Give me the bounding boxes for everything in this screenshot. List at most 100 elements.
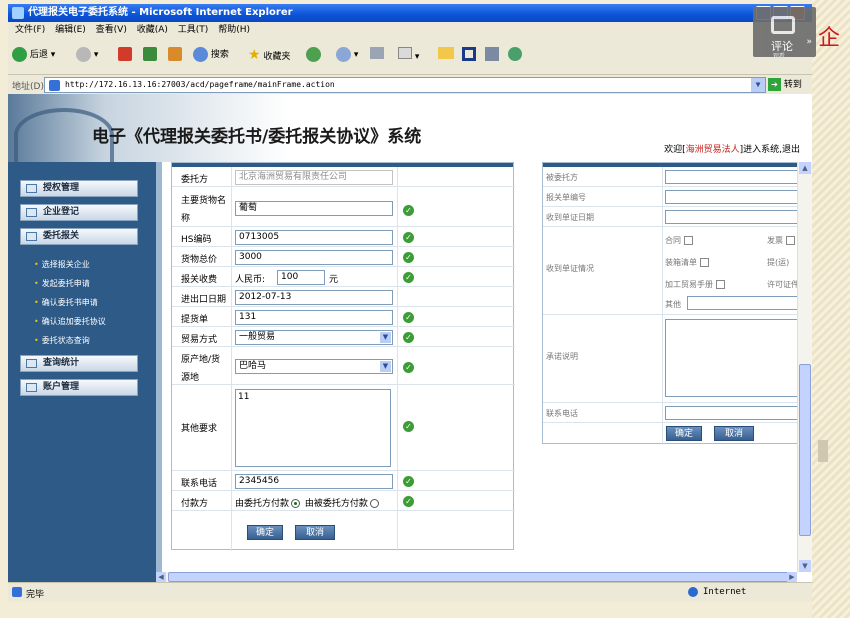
address-dropdown-icon[interactable]: ▼ (751, 78, 765, 92)
logout-link[interactable]: 退出 (782, 145, 800, 155)
address-label: 地址(D) (12, 82, 44, 92)
payer-consignor-radio[interactable] (291, 499, 301, 508)
form-row: 收到单证情况 合同 发票 装箱清单 提(运) 加工贸易手册 许可证件 其他 (543, 227, 805, 315)
sidebar-item-authorization[interactable]: 授权管理 (20, 180, 138, 197)
vertical-scrollbar[interactable]: ▲ ▼ (797, 162, 812, 572)
sidebar-item-account[interactable]: 账户管理 (20, 379, 138, 396)
edit-button[interactable]: ▾ (398, 47, 419, 63)
messenger-button[interactable] (485, 47, 499, 63)
header-banner: 电子《代理报关委托书/委托报关协议》系统 欢迎[海洲贸易法人]进入系统,退出 (8, 94, 812, 162)
forward-arrow-icon (76, 47, 91, 62)
form-row: 委托方 北京海洲贸易有限责任公司 (172, 167, 515, 187)
stop-button[interactable] (118, 47, 132, 63)
edit-icon (398, 47, 412, 59)
payer-trustee-radio[interactable] (369, 499, 379, 508)
ie-logo-icon (12, 7, 24, 19)
horizontal-scrollbar[interactable]: ◀ ▶ (156, 572, 797, 582)
packing-list-checkbox[interactable] (700, 258, 709, 267)
address-bar: 地址(D) http://172.16.13.16:27003/acd/page… (8, 74, 812, 94)
stop-icon (118, 47, 132, 61)
date-field[interactable]: 2012-07-13 (235, 290, 393, 305)
search-icon (193, 47, 208, 62)
check-icon: ✓ (403, 232, 414, 243)
title-bar: 代理报关电子委托系统 - Microsoft Internet Explorer (8, 4, 812, 22)
scroll-thumb[interactable] (168, 572, 796, 582)
form-row: 被委托方 (543, 167, 805, 187)
menu-favorites[interactable]: 收藏(A) (137, 25, 168, 35)
sidebar-item-entrust[interactable]: 委托报关 (20, 228, 138, 245)
processing-manual-checkbox[interactable] (716, 280, 725, 289)
mail-button[interactable]: ▾ (336, 47, 358, 63)
hs-code-field[interactable]: 0713005 (235, 230, 393, 245)
mail-icon (336, 47, 351, 62)
trustee-field[interactable] (665, 170, 805, 184)
trustee-confirm-button[interactable]: 确定 (666, 426, 702, 441)
print-button[interactable] (370, 47, 384, 63)
pane-divider[interactable] (156, 162, 162, 582)
total-price-field[interactable]: 3000 (235, 250, 393, 265)
home-icon (168, 47, 182, 61)
trade-mode-select[interactable]: 一般贸易 ▼ (235, 330, 393, 345)
chevron-down-icon: ▼ (380, 332, 391, 343)
scroll-down-icon[interactable]: ▼ (799, 560, 811, 572)
check-icon: ✓ (403, 496, 414, 507)
home-button[interactable] (168, 47, 182, 63)
check-icon: ✓ (403, 476, 414, 487)
refresh-icon (143, 47, 157, 61)
goods-name-field[interactable]: 葡萄 (235, 201, 393, 216)
favorites-button[interactable]: ★ 收藏夹 (248, 47, 290, 63)
sidebar: 授权管理 企业登记 委托报关 选择报关企业 发起委托申请 确认委托书申请 确认追… (8, 162, 156, 582)
phone-field[interactable]: 2345456 (235, 474, 393, 489)
address-input[interactable]: http://172.16.13.16:27003/acd/pageframe/… (44, 77, 766, 93)
promise-textarea[interactable] (665, 319, 805, 397)
menu-edit[interactable]: 编辑(E) (55, 25, 86, 35)
sidebar-item-registration[interactable]: 企业登记 (20, 204, 138, 221)
scroll-right-icon[interactable]: ▶ (787, 572, 797, 582)
folder-icon (26, 383, 37, 392)
research-button[interactable] (462, 47, 476, 63)
other-requirements-textarea[interactable]: 11 (235, 389, 391, 467)
go-button[interactable]: ➔ 转到 (768, 78, 802, 92)
menu-tools[interactable]: 工具(T) (178, 25, 209, 35)
receipt-date-field[interactable] (665, 210, 805, 224)
consignor-field[interactable]: 北京海洲贸易有限责任公司 (235, 170, 393, 185)
sidebar-subitem-apply[interactable]: 发起委托申请 (34, 278, 90, 289)
check-icon: ✓ (403, 205, 414, 216)
confirm-button[interactable]: 确定 (247, 525, 283, 540)
bill-field[interactable]: 131 (235, 310, 393, 325)
fee-field[interactable]: 100 (277, 270, 325, 285)
people-button[interactable] (508, 47, 522, 63)
menu-file[interactable]: 文件(F) (15, 25, 45, 35)
form-row: 收到单证日期 (543, 207, 805, 227)
sidebar-subitem-confirm[interactable]: 确认委托书申请 (34, 297, 98, 308)
trustee-phone-field[interactable] (665, 406, 805, 420)
folder-button[interactable] (438, 47, 454, 63)
search-button[interactable]: 搜索 (193, 47, 229, 63)
sidebar-subitem-status[interactable]: 委托状态查询 (34, 335, 90, 346)
form-row: HS编码 0713005 ✓ (172, 227, 515, 247)
refresh-button[interactable] (143, 47, 157, 63)
sidebar-subitem-select-company[interactable]: 选择报关企业 (34, 259, 90, 270)
sidebar-item-query[interactable]: 查询统计 (20, 355, 138, 372)
scroll-thumb[interactable] (799, 364, 811, 536)
scroll-left-icon[interactable]: ◀ (156, 572, 166, 582)
declaration-number-field[interactable] (665, 190, 805, 204)
other-docs-field[interactable] (687, 296, 805, 310)
comment-widget[interactable]: 评论 » 观看 (753, 7, 816, 60)
research-icon (462, 47, 476, 61)
sidebar-subitem-append[interactable]: 确认追加委托协议 (34, 316, 106, 327)
contract-checkbox[interactable] (684, 236, 693, 245)
folder-icon (26, 208, 37, 217)
invoice-checkbox[interactable] (786, 236, 795, 245)
history-button[interactable] (306, 47, 321, 63)
trustee-cancel-button[interactable]: 取消 (714, 426, 754, 441)
menu-help[interactable]: 帮助(H) (218, 25, 250, 35)
menu-view[interactable]: 查看(V) (96, 25, 127, 35)
scroll-up-icon[interactable]: ▲ (799, 162, 811, 174)
forward-button[interactable]: ▾ (76, 47, 98, 63)
form-row: 贸易方式 一般贸易 ▼ ✓ (172, 327, 515, 347)
history-icon (306, 47, 321, 62)
origin-select[interactable]: 巴哈马 ▼ (235, 359, 393, 374)
cancel-button[interactable]: 取消 (295, 525, 335, 540)
back-button[interactable]: 后退 ▾ (12, 47, 55, 63)
